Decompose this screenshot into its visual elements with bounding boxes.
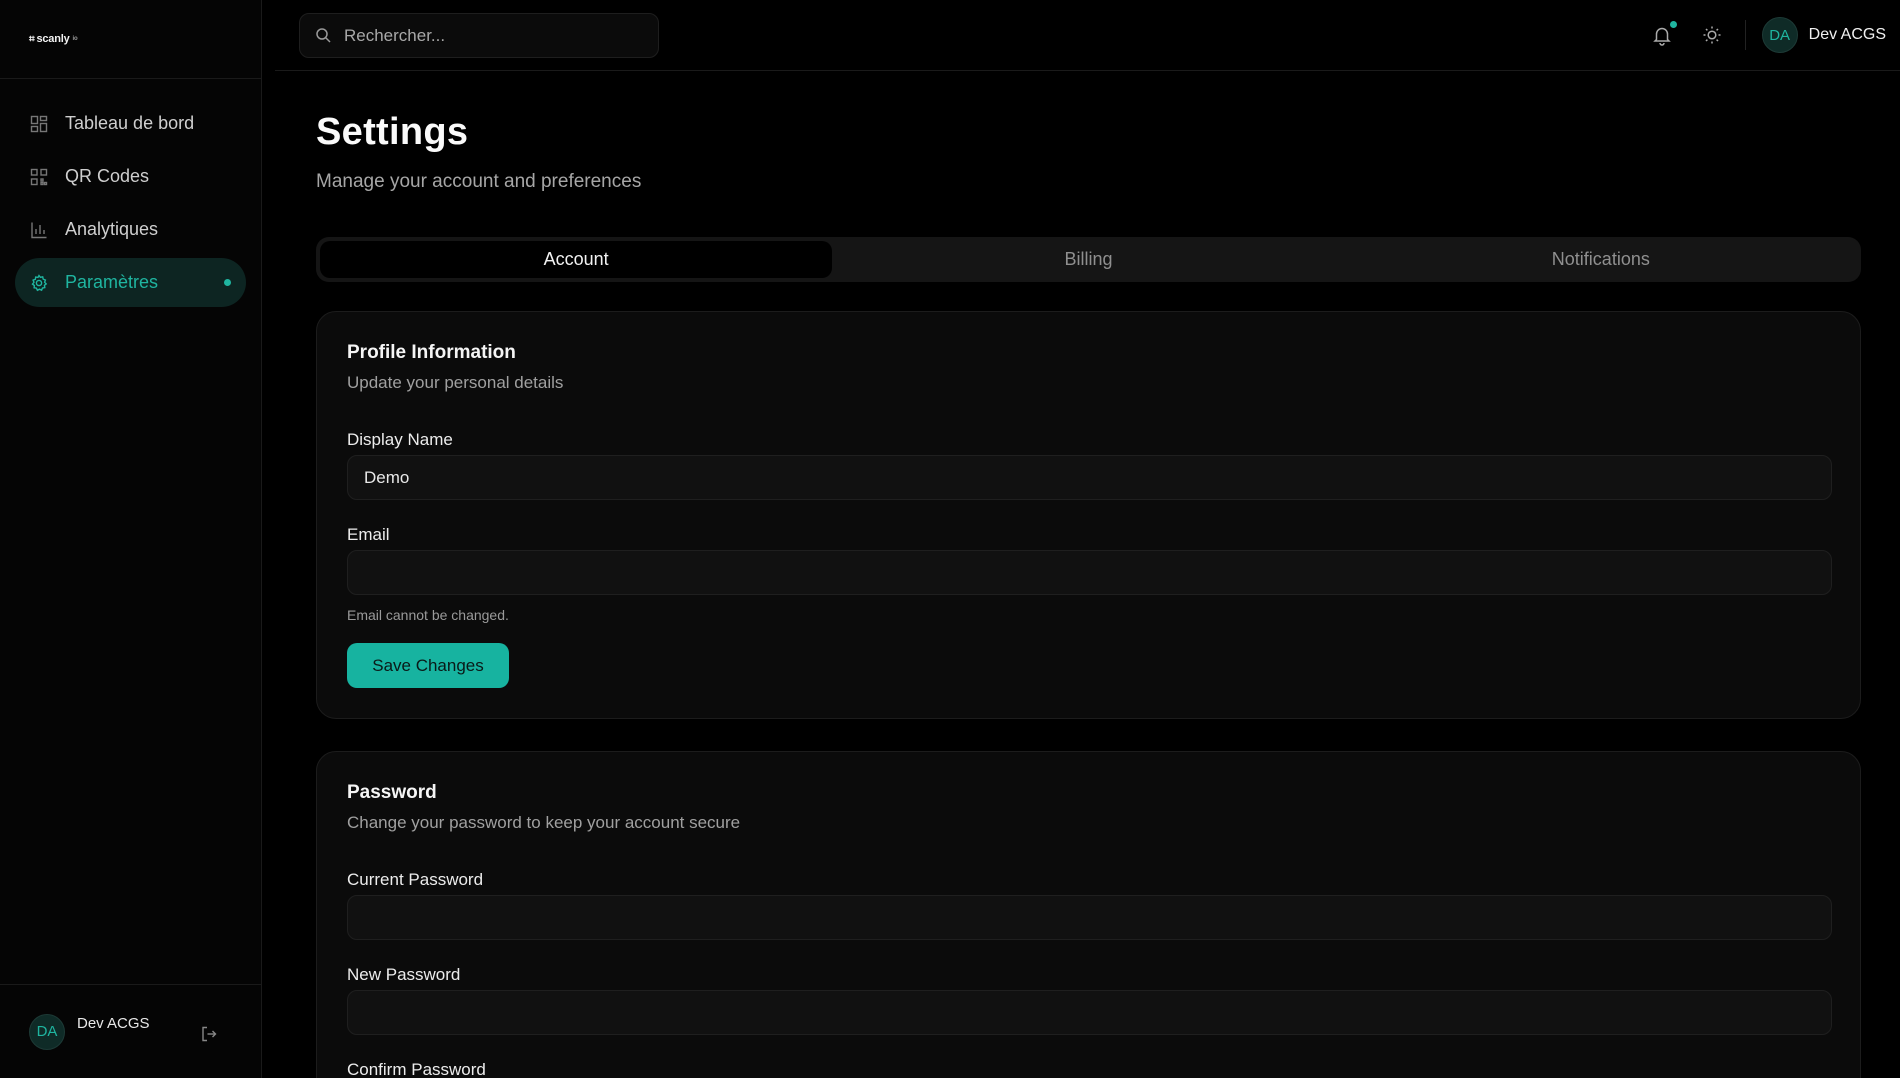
search-box[interactable] <box>299 13 659 58</box>
sidebar-item-settings[interactable]: Paramètres <box>15 258 246 307</box>
email-label: Email <box>347 525 390 544</box>
logo-mark: ⌗ <box>29 33 35 45</box>
card-subtitle: Update your personal details <box>347 373 564 392</box>
sidebar-user: DA Dev ACGS <box>0 984 262 1078</box>
active-indicator-dot <box>224 279 231 286</box>
sidebar-item-analytics[interactable]: Analytiques <box>15 205 246 254</box>
notification-dot <box>1669 21 1677 28</box>
settings-tabs: Account Billing Notifications <box>316 237 1861 282</box>
new-password-field[interactable] <box>347 990 1832 1035</box>
email-hint: Email cannot be changed. <box>347 607 509 623</box>
display-name-label: Display Name <box>347 430 453 449</box>
sidebar-item-label: Analytiques <box>65 219 159 239</box>
sun-icon[interactable] <box>1701 24 1723 46</box>
topbar-actions: DA Dev ACGS <box>1651 17 1886 53</box>
email-field[interactable] <box>347 550 1832 595</box>
display-name-field[interactable] <box>347 455 1832 500</box>
profile-card: Profile Information Update your personal… <box>316 311 1861 719</box>
qr-code-icon <box>30 168 48 186</box>
password-card: Password Change your password to keep yo… <box>316 751 1861 1078</box>
card-subtitle: Change your password to keep your accoun… <box>347 813 741 832</box>
sidebar-item-qr-codes[interactable]: QR Codes <box>15 152 246 201</box>
user-name: Dev ACGS <box>77 1015 150 1032</box>
tab-account[interactable]: Account <box>320 241 833 278</box>
page-subtitle: Manage your account and preferences <box>316 171 642 192</box>
sidebar-item-label: Tableau de bord <box>65 113 195 133</box>
topbar: DA Dev ACGS <box>275 0 1900 71</box>
avatar[interactable]: DA <box>1761 17 1798 53</box>
save-changes-button[interactable]: Save Changes <box>347 643 509 688</box>
tab-billing[interactable]: Billing <box>832 241 1344 278</box>
tab-notifications[interactable]: Notifications <box>1345 241 1857 278</box>
current-password-label: Current Password <box>347 870 484 889</box>
bell-icon[interactable] <box>1651 21 1677 46</box>
avatar[interactable]: DA <box>29 1013 65 1050</box>
sidebar-item-label: QR Codes <box>65 166 150 186</box>
logo[interactable]: ⌗ scanly io <box>29 33 78 45</box>
current-password-field[interactable] <box>347 895 1832 940</box>
search-input[interactable] <box>344 25 634 46</box>
sidebar-nav: Tableau de bord QR Codes Analytiques Par… <box>0 79 261 307</box>
logo-tld: io <box>72 36 78 42</box>
page-title: Settings <box>316 111 469 153</box>
card-title: Password <box>347 782 437 803</box>
main-content: Settings Manage your account and prefere… <box>316 71 1861 1078</box>
user-name[interactable]: Dev ACGS <box>1809 26 1886 44</box>
dashboard-icon <box>30 115 48 133</box>
sidebar: ⌗ scanly io Tableau de bord QR Codes Ana… <box>0 0 262 1078</box>
divider <box>1744 20 1746 50</box>
bar-chart-icon <box>30 221 48 239</box>
sidebar-item-dashboard[interactable]: Tableau de bord <box>15 99 246 148</box>
logout-icon[interactable] <box>200 1025 218 1043</box>
confirm-password-label: Confirm Password <box>347 1060 486 1078</box>
new-password-label: New Password <box>347 965 461 984</box>
search-icon <box>315 27 332 44</box>
card-title: Profile Information <box>347 342 516 363</box>
logo-text: scanly <box>36 33 70 45</box>
gear-icon <box>30 273 48 292</box>
sidebar-item-label: Paramètres <box>65 272 159 292</box>
logo-row: ⌗ scanly io <box>0 0 261 79</box>
